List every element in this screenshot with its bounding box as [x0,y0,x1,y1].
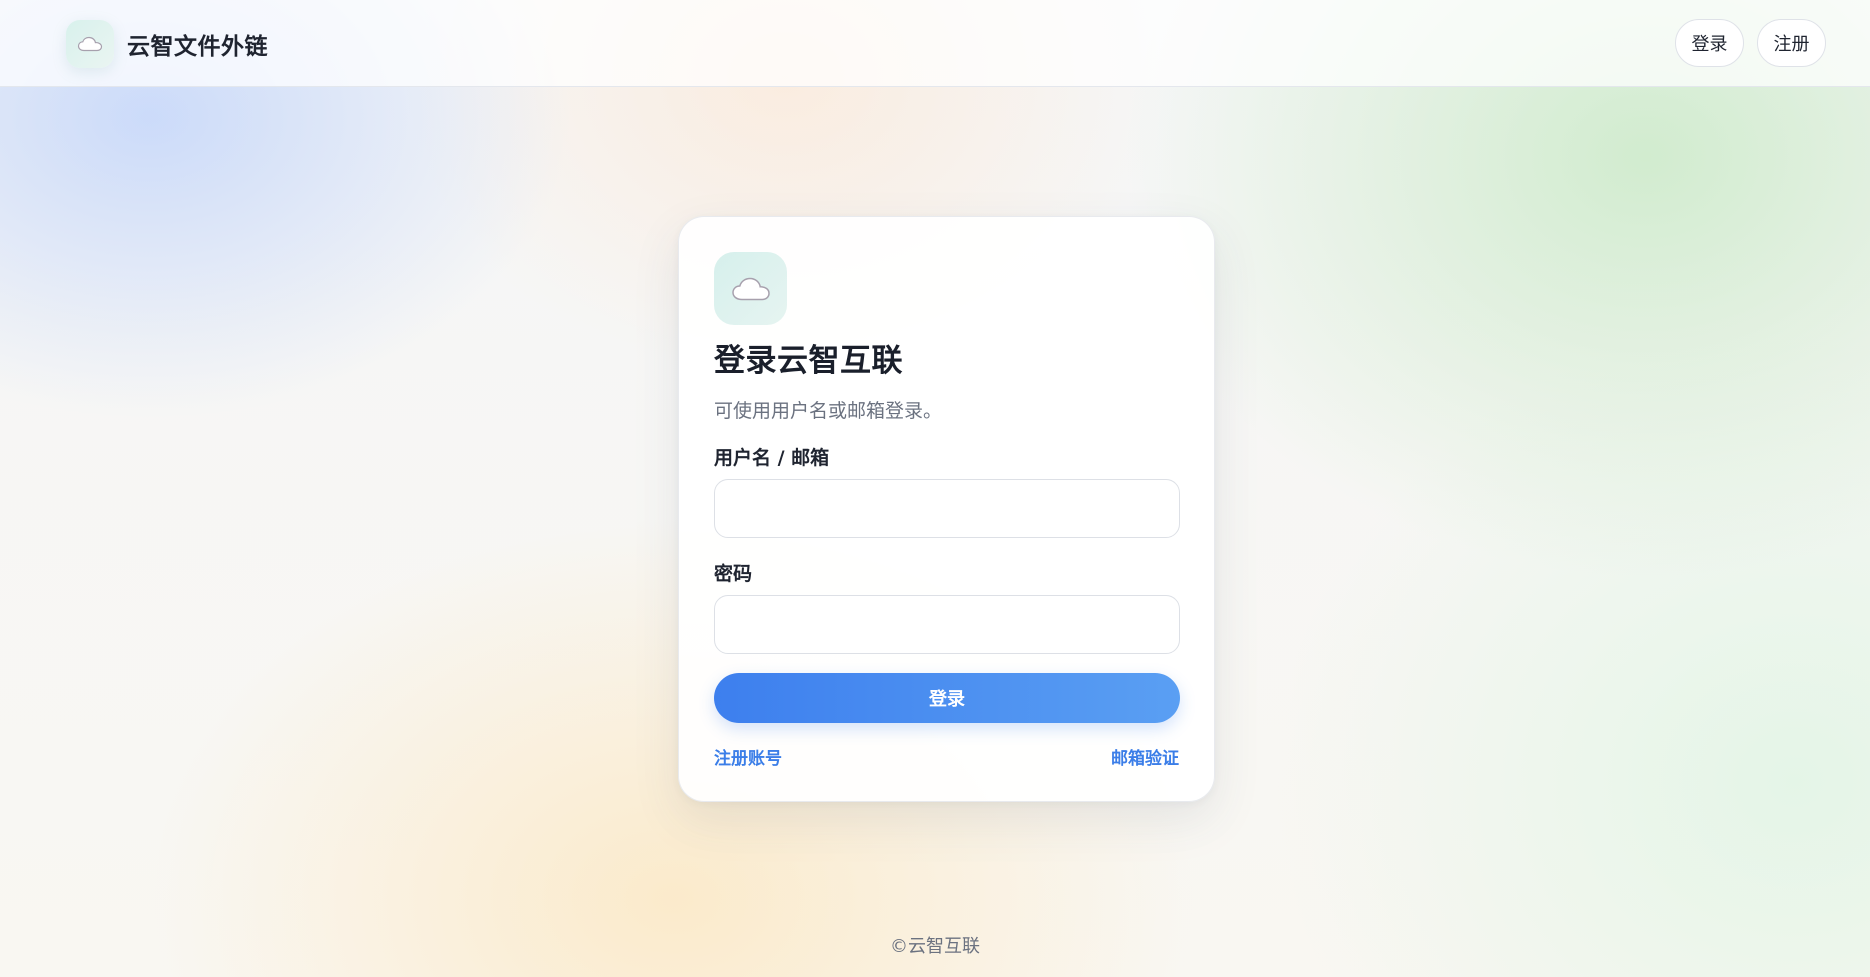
brand-logo [66,20,114,68]
login-card: 登录云智互联 可使用用户名或邮箱登录。 用户名 / 邮箱 密码 登录 注册账号 … [678,216,1215,802]
username-label: 用户名 / 邮箱 [714,447,830,469]
login-subtitle: 可使用用户名或邮箱登录。 [714,400,943,422]
header-login-button[interactable]: 登录 [1675,19,1744,67]
password-input[interactable] [714,595,1180,654]
email-verify-link[interactable]: 邮箱验证 [1111,744,1179,769]
top-header: 云智文件外链 登录 注册 [0,0,1870,87]
username-input[interactable] [714,479,1180,538]
card-logo [714,252,787,325]
brand-name: 云智文件外链 [127,34,268,60]
footer-copyright: ©云智互联 [890,936,980,957]
cloud-icon [731,277,770,300]
brand[interactable]: 云智文件外链 [66,20,268,68]
header-register-button[interactable]: 注册 [1757,19,1826,67]
login-submit-button[interactable]: 登录 [714,673,1180,723]
register-account-link[interactable]: 注册账号 [714,744,782,769]
password-label: 密码 [714,563,753,585]
cloud-icon [77,36,103,52]
login-title: 登录云智互联 [714,343,903,379]
